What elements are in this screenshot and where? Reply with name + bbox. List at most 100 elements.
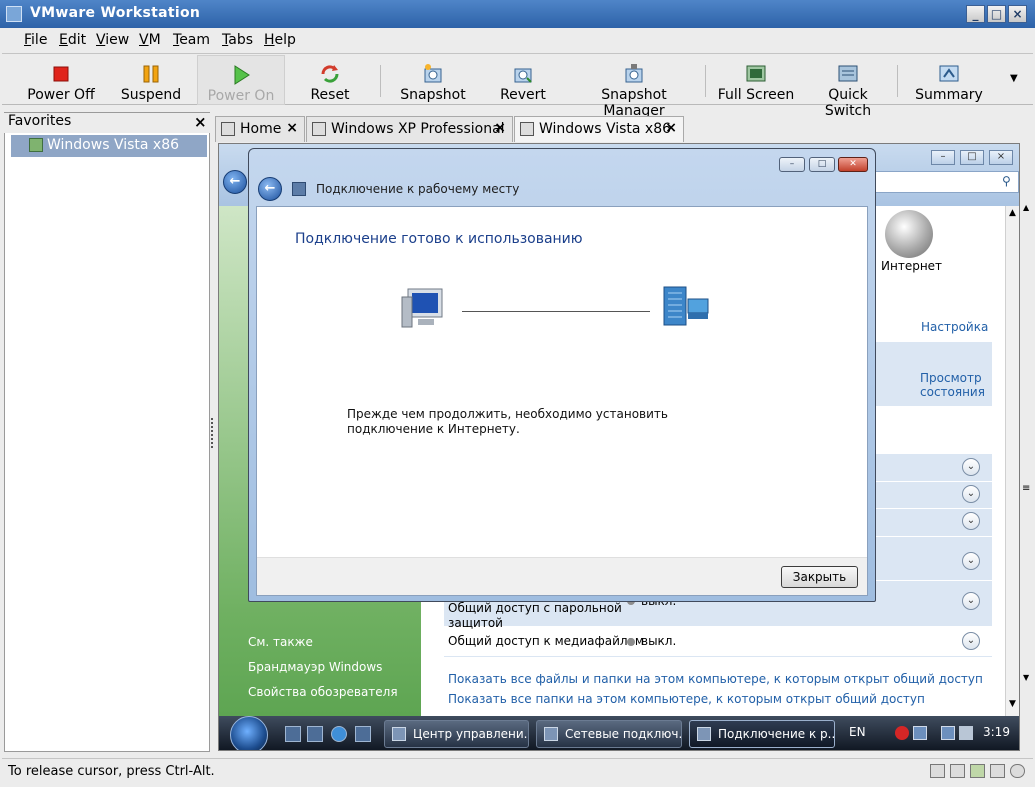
maximize-button[interactable]: □ xyxy=(987,5,1006,23)
close-button[interactable]: × xyxy=(989,150,1013,165)
expand-chevron-icon[interactable]: ⌄ xyxy=(962,512,980,530)
cdrom-device-icon[interactable] xyxy=(950,764,965,778)
expand-chevron-icon[interactable]: ⌄ xyxy=(962,632,980,650)
tab-home[interactable]: Home × xyxy=(215,116,305,142)
back-button[interactable]: ← xyxy=(223,170,247,194)
scroll-up-icon[interactable]: ▲ xyxy=(1009,208,1016,218)
menu-vm[interactable]: VM xyxy=(139,32,161,48)
dialog-title: Подключение к рабочему месту xyxy=(316,182,520,196)
menu-edit[interactable]: Edit xyxy=(59,32,86,48)
panel-splitter-handle[interactable] xyxy=(211,418,213,448)
power-off-button[interactable]: Power Off xyxy=(22,55,100,105)
play-icon xyxy=(234,65,250,85)
snapshot-manager-button[interactable]: Snapshot Manager xyxy=(570,55,698,119)
volume-muted-icon[interactable] xyxy=(959,726,973,740)
quick-switch-icon xyxy=(838,65,858,82)
minimize-button[interactable]: _ xyxy=(966,5,985,23)
full-screen-icon xyxy=(746,65,766,82)
search-icon: ⚲ xyxy=(1002,174,1011,188)
expand-chevron-icon[interactable]: ⌄ xyxy=(962,592,980,610)
expand-chevron-icon[interactable]: ⌄ xyxy=(962,552,980,570)
taskbar-item-control-panel[interactable]: Центр управлени... xyxy=(384,720,529,748)
maximize-button[interactable]: □ xyxy=(960,150,984,165)
tab-label: Windows Vista x86 xyxy=(539,121,672,137)
power-on-button[interactable]: Power On xyxy=(197,55,285,105)
revert-button[interactable]: Revert xyxy=(488,55,558,105)
menu-help[interactable]: Help xyxy=(264,32,296,48)
toolbar: Power Off Suspend Power On Reset Snapsho… xyxy=(2,55,1033,119)
favorites-close-icon[interactable]: × xyxy=(194,113,207,131)
minimize-button[interactable]: – xyxy=(779,157,805,172)
clock[interactable]: 3:19 xyxy=(983,725,1010,739)
security-alert-icon[interactable] xyxy=(895,726,909,740)
floppy-device-icon[interactable] xyxy=(930,764,945,778)
password-sharing-label: Общий доступ с парольной защитой xyxy=(448,601,622,630)
favorites-panel xyxy=(4,112,210,752)
browser-properties-link[interactable]: Свойства обозревателя xyxy=(248,685,398,699)
full-screen-button[interactable]: Full Screen xyxy=(717,55,795,105)
minimize-button[interactable]: – xyxy=(931,150,955,165)
language-indicator[interactable]: EN xyxy=(849,725,866,739)
network-center-scrollbar[interactable]: ▲ ▼ xyxy=(1005,206,1019,716)
menu-view[interactable]: View xyxy=(96,32,129,48)
taskbar-item-network-connections[interactable]: Сетевые подключ... xyxy=(536,720,682,748)
window-titlebar[interactable]: VMware Workstation _ □ × xyxy=(0,0,1035,28)
quick-switch-button[interactable]: Quick Switch xyxy=(803,55,893,119)
scroll-up-icon[interactable]: ▲ xyxy=(1023,203,1029,212)
network-status-icon[interactable] xyxy=(941,726,955,740)
view-status-link[interactable]: Просмотр состояния xyxy=(920,371,985,399)
revert-icon xyxy=(514,68,532,83)
usb-device-icon[interactable] xyxy=(970,764,985,778)
menu-team[interactable]: Team xyxy=(173,32,210,48)
tab-close-icon[interactable]: × xyxy=(494,120,506,136)
menu-file[interactable]: File xyxy=(24,32,47,48)
dialog-content: Подключение готово к использованию Прежд… xyxy=(256,206,868,596)
network-connections-icon xyxy=(544,727,558,741)
snapshot-button[interactable]: Snapshot xyxy=(395,55,471,105)
close-dialog-button[interactable]: Закрыть xyxy=(781,566,858,588)
scroll-grip-icon[interactable]: ≡ xyxy=(1022,483,1030,494)
vm-icon xyxy=(312,122,326,136)
vm-icon xyxy=(29,138,43,152)
customize-link[interactable]: Настройка xyxy=(921,320,988,334)
show-desktop-icon[interactable] xyxy=(285,726,301,742)
reset-icon xyxy=(321,65,339,83)
taskbar-item-workplace-connection[interactable]: Подключение к р... xyxy=(689,720,835,748)
show-shared-files-link[interactable]: Показать все файлы и папки на этом компь… xyxy=(448,672,983,686)
show-shared-folders-link[interactable]: Показать все папки на этом компьютере, к… xyxy=(448,692,925,706)
tab-windows-vista[interactable]: Windows Vista x86 × xyxy=(514,116,684,142)
start-button[interactable] xyxy=(230,716,268,750)
windows-media-icon[interactable] xyxy=(355,726,371,742)
summary-button[interactable]: Summary xyxy=(910,55,988,105)
scroll-down-icon[interactable]: ▼ xyxy=(1009,699,1016,709)
network-device-icon[interactable] xyxy=(990,764,1005,778)
expand-chevron-icon[interactable]: ⌄ xyxy=(962,458,980,476)
reset-button[interactable]: Reset xyxy=(297,55,363,105)
task-label: Сетевые подключ... xyxy=(565,727,682,741)
close-button[interactable]: × xyxy=(1008,5,1027,23)
control-panel-icon xyxy=(392,727,406,741)
internet-explorer-icon[interactable] xyxy=(331,726,347,742)
back-button[interactable]: ← xyxy=(258,177,282,201)
computer-icon xyxy=(401,288,443,328)
toolbar-separator xyxy=(705,65,706,97)
toolbar-overflow-chevron-icon[interactable]: ▼ xyxy=(1010,73,1018,84)
vm-view-scrollbar[interactable]: ▲ ≡ ▼ xyxy=(1021,143,1032,751)
favorites-item-windows-vista[interactable]: Windows Vista x86 xyxy=(11,135,207,157)
switch-windows-icon[interactable] xyxy=(307,726,323,742)
network-tray-icon[interactable] xyxy=(913,726,927,740)
tab-windows-xp[interactable]: Windows XP Professional × xyxy=(306,116,513,142)
firewall-link[interactable]: Брандмауэр Windows xyxy=(248,660,382,674)
suspend-button[interactable]: Suspend xyxy=(114,55,188,105)
sound-device-icon[interactable] xyxy=(1010,764,1025,778)
close-button[interactable]: ✕ xyxy=(838,157,868,172)
vmware-app-icon xyxy=(6,6,22,22)
maximize-button[interactable]: □ xyxy=(809,157,835,172)
expand-chevron-icon[interactable]: ⌄ xyxy=(962,485,980,503)
tab-close-icon[interactable]: × xyxy=(286,120,298,136)
tab-close-icon[interactable]: × xyxy=(665,120,677,136)
vm-icon xyxy=(520,122,534,136)
scroll-down-icon[interactable]: ▼ xyxy=(1023,673,1029,682)
menu-tabs[interactable]: Tabs xyxy=(222,32,253,48)
taskbar: Центр управлени... Сетевые подключ... По… xyxy=(219,716,1019,750)
